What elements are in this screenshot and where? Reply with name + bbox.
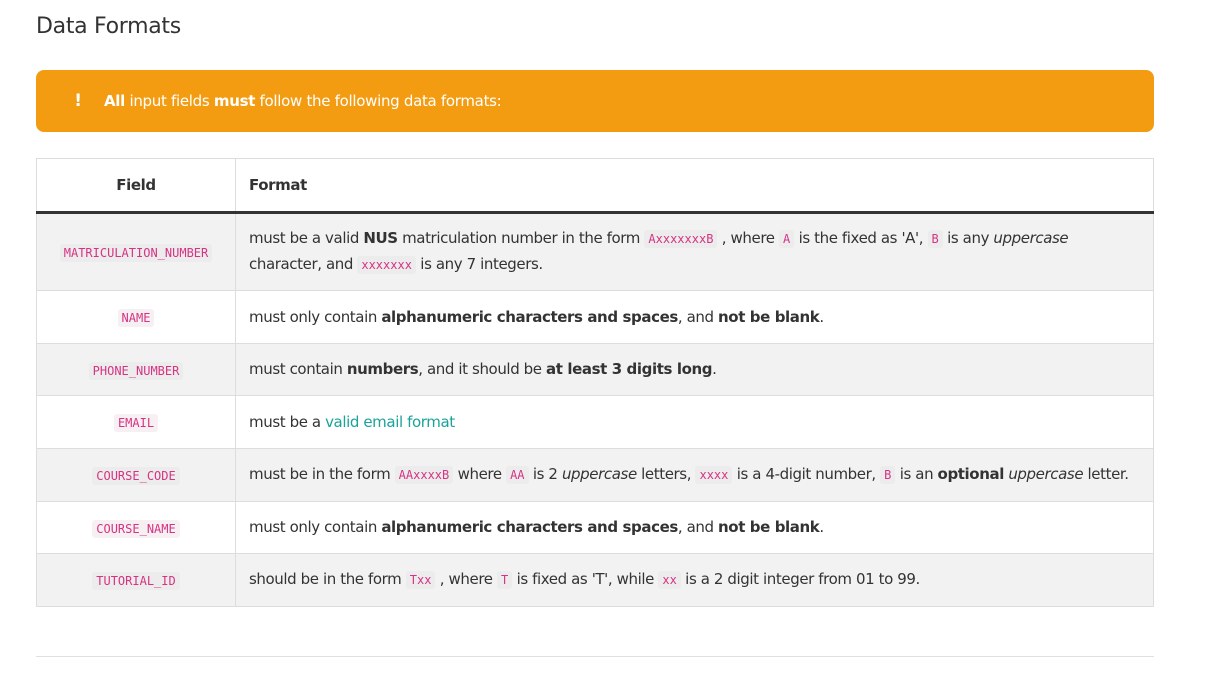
field-code: NAME xyxy=(117,309,155,327)
format-text: , where xyxy=(717,229,779,247)
format-text: letter. xyxy=(1083,465,1130,483)
table-row: COURSE_NAME must only contain alphanumer… xyxy=(36,501,1154,554)
header-field: Field xyxy=(36,158,236,214)
format-text: is the fixed as 'A', xyxy=(794,229,928,247)
field-cell: MATRICULATION_NUMBER xyxy=(36,212,236,291)
format-emphasis: uppercase xyxy=(1008,465,1084,483)
field-code: TUTORIAL_ID xyxy=(92,572,180,590)
format-strong: not be blank xyxy=(718,518,820,536)
field-cell: COURSE_NAME xyxy=(36,501,236,554)
format-code: B xyxy=(927,230,943,248)
format-code: AA xyxy=(506,466,529,484)
format-text: is fixed as 'T', while xyxy=(512,570,659,588)
format-cell: must be in the form AAxxxxB where AA is … xyxy=(235,448,1154,502)
callout-emphasis-must: must xyxy=(213,92,256,110)
format-text: , and xyxy=(677,307,719,326)
format-text: must be in the form xyxy=(249,465,395,483)
header-format: Format xyxy=(235,158,1154,214)
format-cell: must only contain alphanumeric character… xyxy=(235,501,1154,554)
format-text: is a 2 digit integer from 01 to 99. xyxy=(680,570,920,588)
format-text: must be a xyxy=(249,412,326,431)
format-text: is an xyxy=(895,465,938,483)
format-code: B xyxy=(880,466,896,484)
format-cell: must only contain alphanumeric character… xyxy=(235,290,1154,344)
format-strong: optional xyxy=(937,465,1005,483)
table-row: MATRICULATION_NUMBER must be a valid NUS… xyxy=(36,212,1154,291)
format-strong: alphanumeric characters and spaces xyxy=(381,307,678,326)
format-text: must contain xyxy=(249,360,347,378)
format-text: is any 7 integers. xyxy=(415,255,543,273)
table-header-row: Field Format xyxy=(36,158,1154,214)
format-text: must only contain xyxy=(249,518,382,536)
format-cell: must be a valid email format xyxy=(235,395,1154,449)
format-strong: at least 3 digits long xyxy=(546,360,713,378)
format-text: , and xyxy=(677,518,719,536)
format-code: A xyxy=(778,230,795,248)
table-row: TUTORIAL_ID should be in the form Txx , … xyxy=(36,553,1154,607)
format-text: . xyxy=(819,307,824,326)
format-emphasis: uppercase xyxy=(561,465,637,483)
format-cell: must contain numbers, and it should be a… xyxy=(235,343,1154,396)
table-row: PHONE_NUMBER must contain numbers, and i… xyxy=(36,343,1154,396)
format-emphasis: uppercase xyxy=(993,229,1069,247)
field-cell: EMAIL xyxy=(36,395,236,449)
format-strong: alphanumeric characters and spaces xyxy=(381,518,678,536)
format-text: must be a valid xyxy=(249,229,364,247)
field-cell: NAME xyxy=(36,290,236,344)
format-text: where xyxy=(453,465,507,483)
format-code: xxxxxxx xyxy=(357,256,416,274)
format-text: . xyxy=(712,360,717,378)
format-text: , and it should be xyxy=(418,360,547,378)
exclamation-icon: ! xyxy=(74,91,82,111)
field-cell: COURSE_CODE xyxy=(36,448,236,502)
format-strong: numbers xyxy=(346,360,419,378)
format-code: AAxxxxB xyxy=(394,466,454,484)
format-text: . xyxy=(819,518,824,536)
field-code: COURSE_NAME xyxy=(92,519,180,538)
page-title: Data Formats xyxy=(36,14,181,39)
field-code: COURSE_CODE xyxy=(92,467,180,485)
format-strong: not be blank xyxy=(718,307,820,326)
format-strong: NUS xyxy=(363,229,398,247)
format-cell: must be a valid NUS matriculation number… xyxy=(235,212,1154,291)
field-cell: PHONE_NUMBER xyxy=(36,343,236,396)
format-text: is 2 xyxy=(528,465,562,483)
callout-text-part: input fields xyxy=(125,92,214,110)
page: Data Formats ! All input fields must fol… xyxy=(0,0,1218,690)
field-code: PHONE_NUMBER xyxy=(88,361,184,380)
format-text: , where xyxy=(435,570,497,588)
format-code: xx xyxy=(658,571,681,589)
warning-callout: ! All input fields must follow the follo… xyxy=(36,70,1154,132)
format-text: is a 4-digit number, xyxy=(732,465,881,483)
format-code: T xyxy=(496,571,513,589)
field-cell: TUTORIAL_ID xyxy=(36,553,236,607)
field-code: EMAIL xyxy=(113,414,159,432)
format-code: xxxx xyxy=(695,466,733,484)
format-text: should be in the form xyxy=(249,570,406,588)
data-formats-table: Field Format MATRICULATION_NUMBER must b… xyxy=(36,158,1154,607)
table-row: EMAIL must be a valid email format xyxy=(36,395,1154,449)
format-text: matriculation number in the form xyxy=(397,229,645,247)
table-row: NAME must only contain alphanumeric char… xyxy=(36,290,1154,344)
callout-text: All input fields must follow the followi… xyxy=(104,92,502,110)
format-code: AxxxxxxxB xyxy=(644,230,718,248)
field-code: MATRICULATION_NUMBER xyxy=(59,244,213,262)
table-row: COURSE_CODE must be in the form AAxxxxB … xyxy=(36,448,1154,502)
callout-emphasis-all: All xyxy=(104,92,125,110)
section-divider xyxy=(36,656,1154,657)
format-code: Txx xyxy=(405,571,436,589)
valid-email-format-link[interactable]: valid email format xyxy=(325,413,455,431)
format-cell: should be in the form Txx , where T is f… xyxy=(235,553,1154,607)
format-text: character, and xyxy=(249,255,358,273)
format-text: must only contain xyxy=(249,307,382,326)
format-text: is any xyxy=(942,229,994,247)
format-text: letters, xyxy=(636,465,696,483)
callout-text-part: follow the following data formats: xyxy=(255,92,502,110)
